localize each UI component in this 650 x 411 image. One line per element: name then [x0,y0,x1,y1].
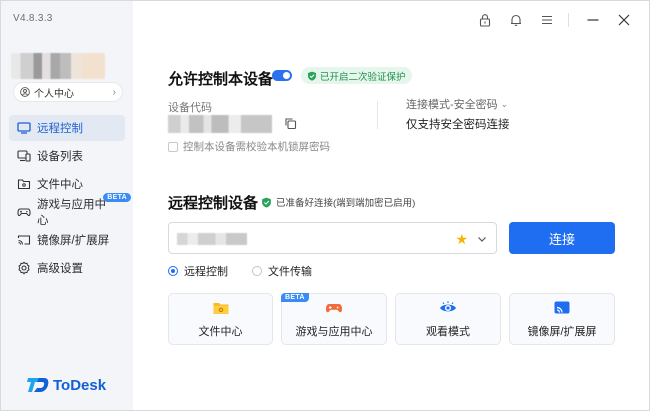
star-icon[interactable]: ★ [455,231,468,248]
beta-badge: BETA [103,193,131,202]
personal-center-label: 个人中心 [34,88,74,100]
gear-icon [18,261,30,275]
chevron-down-icon: ⌄ [500,98,509,109]
remote-control-icon [17,122,31,134]
device-code-value [168,115,272,133]
todesk-logo-icon [27,378,49,392]
mode-file-transfer-radio[interactable]: 文件传输 [252,263,312,279]
sidebar-item-label: 设备列表 [37,151,83,163]
sidebar-nav: 远程控制 设备列表 文件中心 游戏与应用中心 BETA 镜像屏/扩展屏 高级设置 [9,115,131,283]
chevron-right-icon: › [112,86,116,98]
connection-mode-dropdown[interactable]: 连接模式-安全密码 ⌄ [406,96,508,112]
file-center-icon [17,179,31,190]
folder-icon [213,303,228,314]
sidebar: V4.8.3.3 个人中心 › 远程控制 设备列表 文件中心 游戏与应用中心 B… [1,1,133,410]
sidebar-item-device-list[interactable]: 设备列表 [9,143,125,169]
device-code-input[interactable]: ★ [168,222,497,254]
sidebar-item-label: 文件中心 [37,179,83,191]
card-mirror-screen[interactable]: 镜像屏/扩展屏 [509,293,615,345]
card-label: 游戏与应用中心 [295,326,373,338]
sidebar-item-game-app-center[interactable]: 游戏与应用中心 BETA [9,193,131,227]
sidebar-item-label: 镜像屏/扩展屏 [37,235,110,247]
mode-remote-control-radio[interactable]: 远程控制 [168,263,228,279]
lock-screen-checkbox-row[interactable]: 控制本设备需校验本机锁屏密码 [168,139,330,154]
ready-status: 已准备好连接(端到端加密已启用) [261,195,415,209]
chevron-down-icon[interactable] [477,234,487,244]
copy-icon[interactable] [284,117,297,130]
shield-check-icon [262,197,271,208]
radio-checked[interactable] [168,266,178,276]
card-label: 文件中心 [198,326,243,338]
connection-mode-value: 仅支持安全密码连接 [406,119,510,131]
avatar[interactable] [11,53,105,79]
sidebar-item-label: 高级设置 [37,263,83,275]
lock-screen-checkbox[interactable] [168,141,178,152]
device-list-icon [17,150,31,162]
gamepad-icon [17,208,31,217]
device-code-input-value [177,233,247,245]
allow-control-title: 允许控制本设备 [168,71,274,88]
card-label: 观看模式 [426,326,470,338]
radio-label: 远程控制 [184,266,228,278]
personal-center-button[interactable]: 个人中心 › [13,82,123,102]
eye-icon [440,301,456,312]
brand-name: ToDesk [53,376,107,394]
gamepad-icon [325,304,343,313]
card-file-center[interactable]: 文件中心 [168,293,273,345]
radio-label: 文件传输 [268,266,312,278]
sidebar-item-remote-control[interactable]: 远程控制 [9,115,125,141]
sidebar-item-advanced-settings[interactable]: 高级设置 [9,255,125,281]
allow-control-toggle[interactable] [272,70,292,81]
cast-icon [554,301,570,314]
radio-unchecked[interactable] [252,266,262,276]
remote-control-title: 远程控制设备 [168,195,259,212]
card-label: 镜像屏/扩展屏 [527,326,597,338]
verify-status-badge: 已开启二次验证保护 [301,67,412,84]
version-label: V4.8.3.3 [13,13,53,24]
brand-logo: ToDesk [27,376,106,394]
app-window: V4.8.3.3 个人中心 › 远程控制 设备列表 文件中心 游戏与应用中心 B… [0,0,650,411]
beta-badge: BETA [281,293,309,302]
connect-button[interactable]: 连接 [509,222,615,254]
mirror-screen-icon [17,235,31,245]
card-watch-mode[interactable]: 观看模式 [395,293,501,345]
sidebar-item-mirror-screen[interactable]: 镜像屏/扩展屏 [9,227,125,253]
card-game-app-center[interactable]: BETA 游戏与应用中心 [281,293,387,345]
connection-mode-label: 连接模式-安全密码 [406,99,498,111]
user-icon [20,87,30,97]
verify-badge-label: 已开启二次验证保护 [320,71,406,83]
lock-screen-checkbox-label: 控制本设备需校验本机锁屏密码 [183,141,330,153]
ready-status-label: 已准备好连接(端到端加密已启用) [276,198,416,209]
shield-check-icon [308,71,316,81]
main-panel: 允许控制本设备 已开启二次验证保护 设备代码 控制本设备需校验本机锁屏密码 连接… [133,1,649,410]
device-code-label: 设备代码 [168,102,212,114]
section-divider [377,101,378,129]
sidebar-item-label: 远程控制 [37,123,83,135]
